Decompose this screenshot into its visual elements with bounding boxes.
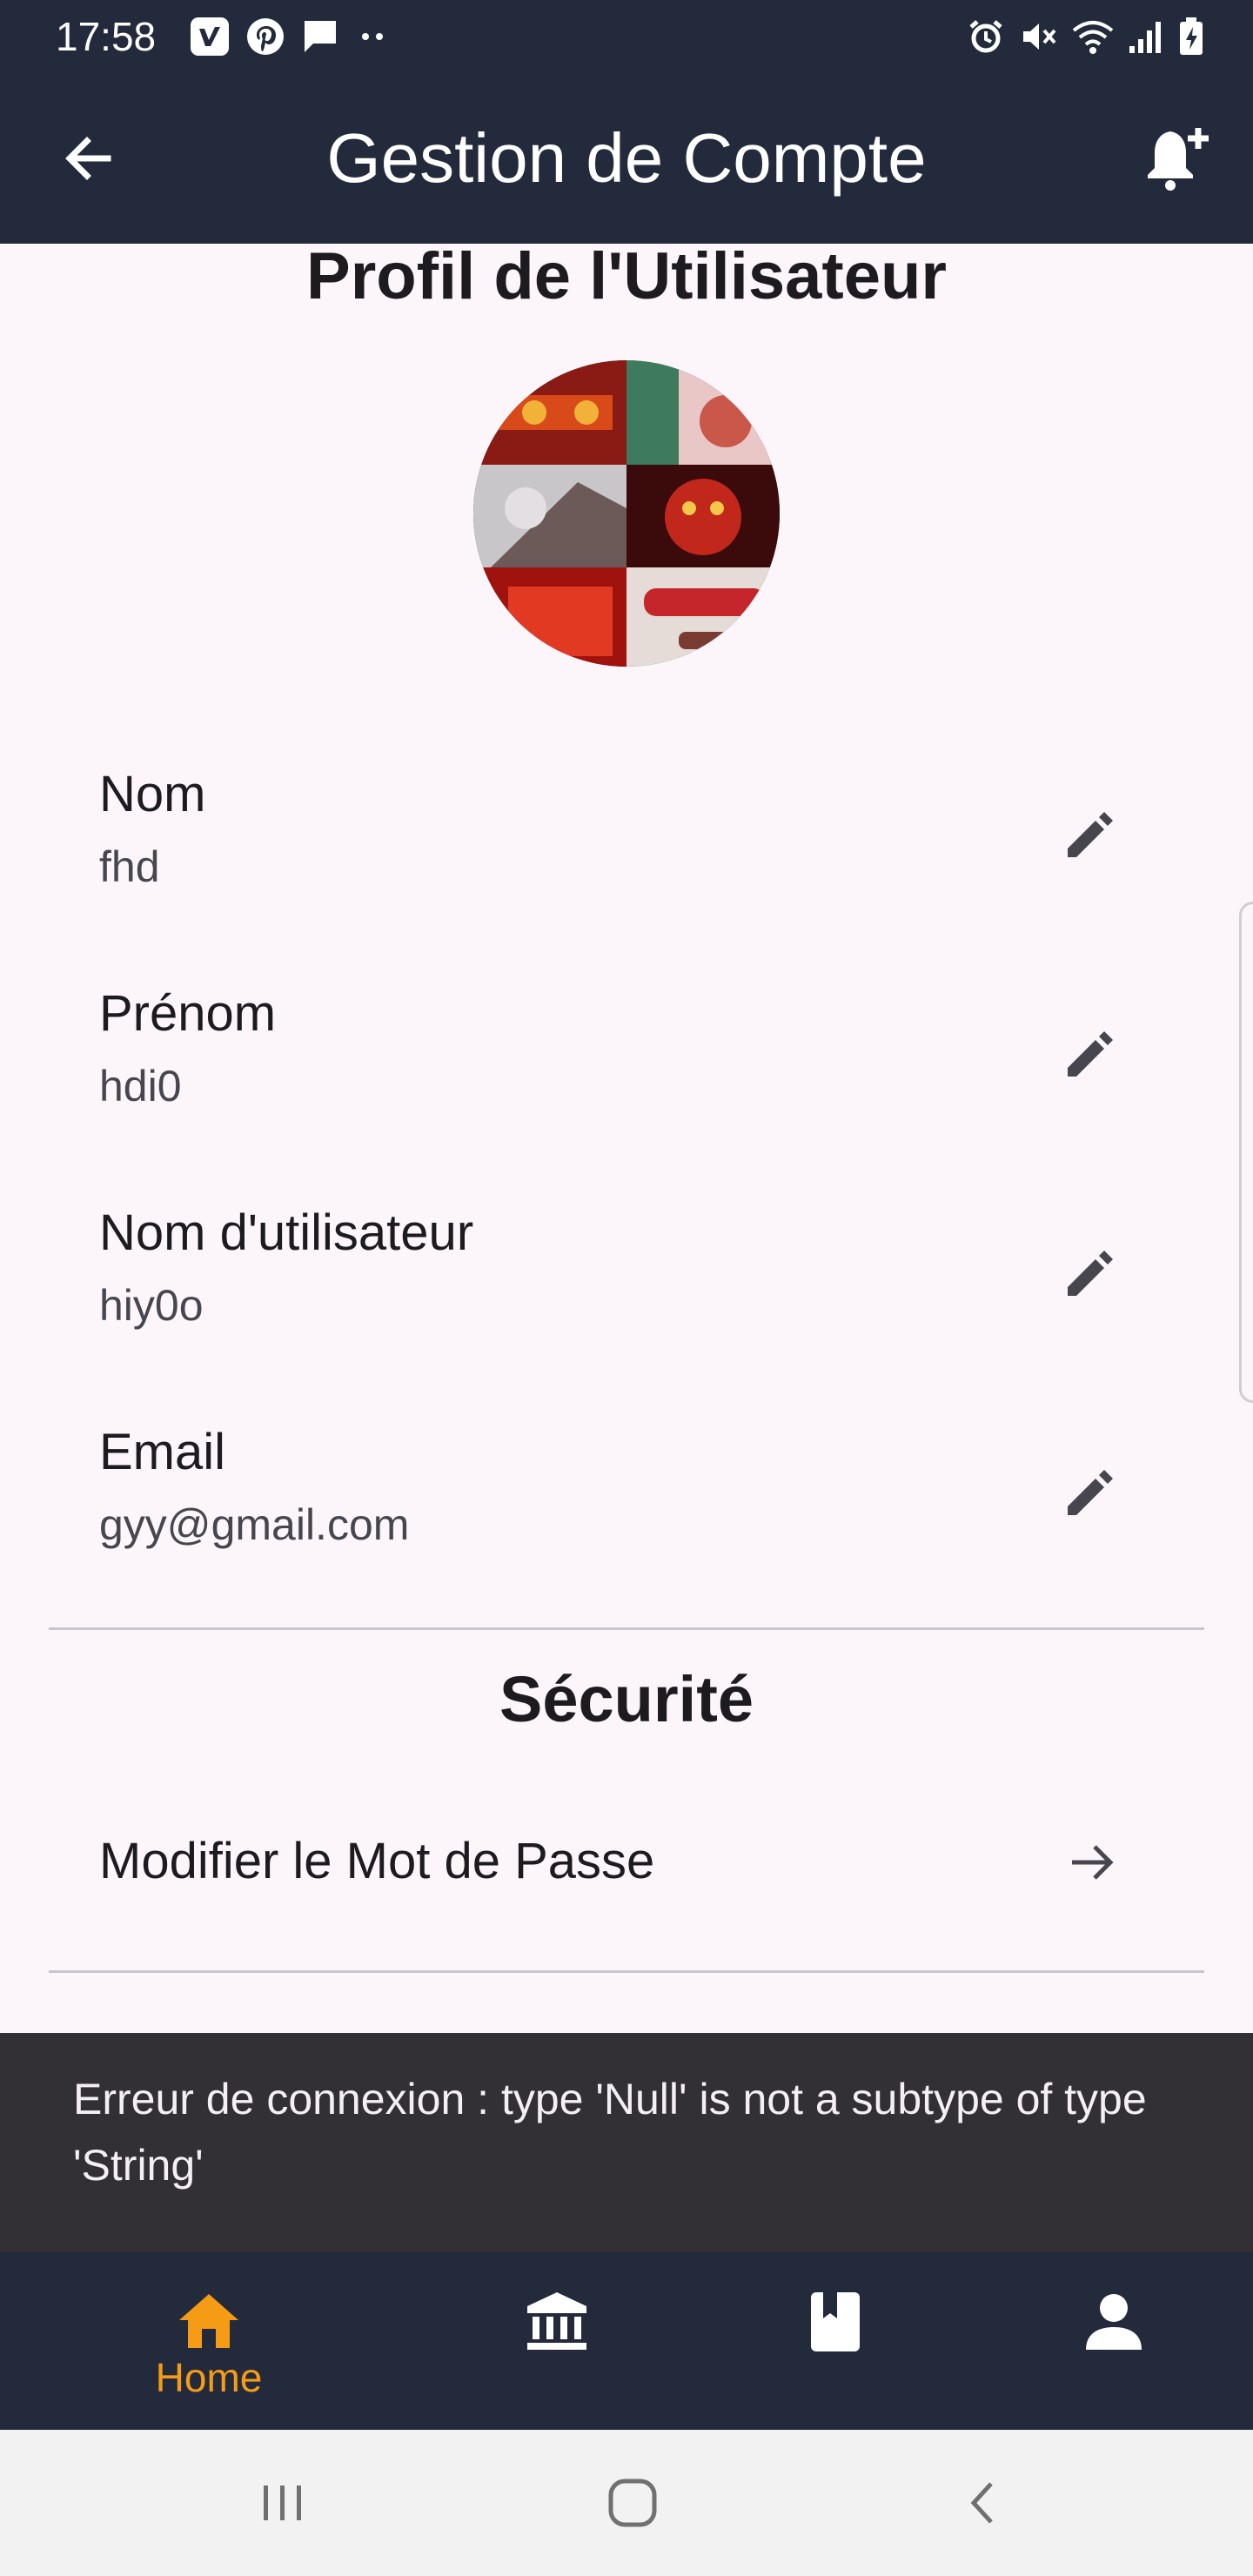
field-label: Email [99,1424,226,1480]
pinterest-icon [245,17,285,57]
edit-email-button[interactable] [1055,1455,1128,1528]
avatar-image [473,360,780,667]
book-icon [801,2287,870,2357]
more-dots-icon [355,19,390,54]
status-time: 17:58 [56,14,157,59]
field-username: Nom d'utilisateur hiy0o [0,1203,1253,1420]
snackbar-message: Erreur de connexion : type 'Null' is not… [73,2075,1147,2190]
recents-icon [264,2485,301,2520]
arrow-forward-button[interactable] [1058,1828,1128,1897]
field-value: gyy@gmail.com [99,1500,410,1549]
edit-nom-button[interactable] [1055,797,1128,870]
nav-profile[interactable] [1027,2252,1201,2430]
home-icon [174,2287,244,2357]
arrow-forward-icon [1072,1845,1114,1880]
change-password-row[interactable]: Modifier le Mot de Passe [0,1828,1253,1897]
scroll-edge-handle[interactable] [1239,902,1253,1403]
security-title: Sécurité [499,1663,754,1735]
page-title: Gestion de Compte [326,119,927,197]
wifi-icon [1070,17,1116,57]
profile-title: Profil de l'Utilisateur [306,239,947,313]
signal-icon [1128,17,1166,57]
bottom-nav: Home [0,2252,1253,2430]
back-chevron-icon [970,2482,993,2524]
edit-pencil-icon [1068,1251,1113,1296]
notification-add-button[interactable] [1138,118,1218,198]
field-label: Prénom [99,985,277,1042]
bank-icon [522,2287,592,2357]
system-back-button[interactable] [945,2466,1023,2539]
divider [49,1627,1204,1630]
field-value: hiy0o [99,1281,204,1330]
field-value: fhd [99,842,160,891]
system-nav [0,2430,1253,2576]
change-password-label: Modifier le Mot de Passe [99,1833,655,1889]
edit-pencil-icon [1068,1031,1113,1077]
status-right-icons [966,16,1204,57]
field-nom: Nom fhd [0,764,1253,982]
status-left-icons [190,16,390,57]
edit-prenom-button[interactable] [1055,1016,1128,1090]
recents-button[interactable] [244,2466,322,2539]
nav-home-label: Home [155,2355,263,2400]
app-bar: Gestion de Compte [0,73,1253,244]
home-circle-icon [608,2479,657,2527]
mute-icon [1018,17,1058,57]
field-email: Email gyy@gmail.com [0,1422,1253,1640]
notification-add-icon [1148,128,1209,191]
status-bar: 17:58 [0,0,1253,73]
nav-book[interactable] [748,2252,922,2430]
message-icon [301,17,339,56]
field-label: Nom d'utilisateur [99,1204,474,1261]
edit-pencil-icon [1068,1470,1113,1515]
alarm-icon [966,17,1006,57]
nav-bank[interactable] [470,2252,644,2430]
edit-username-button[interactable] [1055,1236,1128,1309]
field-value: hdi0 [99,1062,182,1110]
snackbar: Erreur de connexion : type 'Null' is not… [0,2033,1253,2252]
avatar[interactable] [473,360,780,667]
nav-home[interactable]: Home [122,2252,296,2430]
person-icon [1079,2287,1149,2357]
vimeo-icon [190,17,230,57]
field-prenom: Prénom hdi0 [0,983,1253,1201]
system-home-button[interactable] [593,2466,672,2539]
divider [49,1970,1204,1973]
edit-pencil-icon [1068,812,1113,857]
battery-charging-icon [1178,17,1204,57]
field-label: Nom [99,766,206,822]
